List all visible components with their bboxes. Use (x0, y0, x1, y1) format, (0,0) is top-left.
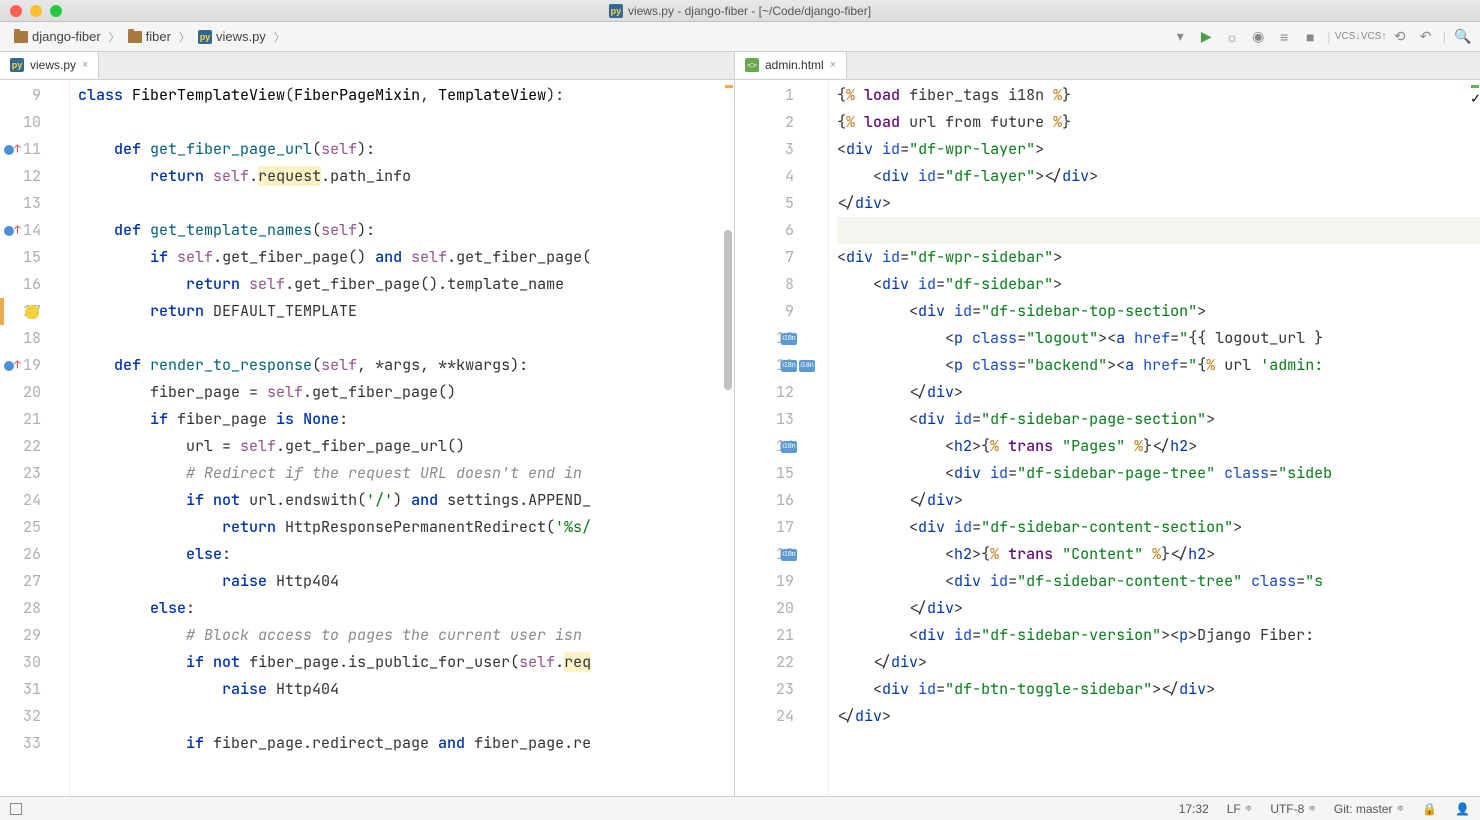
python-file-icon: py (10, 58, 24, 72)
inspector-icon[interactable]: 👤 (1455, 802, 1470, 816)
ok-marker-icon[interactable]: ✓ (1471, 85, 1479, 88)
left-code[interactable]: class FiberTemplateView(FiberPageMixin, … (70, 80, 734, 796)
i18n-badge-icon[interactable]: i18n (781, 360, 797, 372)
breadcrumb-item[interactable]: py views.py (192, 27, 272, 46)
profile-icon[interactable]: ≡ (1275, 28, 1293, 46)
stop-icon[interactable]: ■ (1301, 28, 1319, 46)
html-file-icon: <> (745, 58, 759, 72)
i18n-badge-icon[interactable]: i18n (781, 333, 797, 345)
close-tab-icon[interactable]: × (830, 59, 836, 71)
left-gutter: 910↑111213↑1415161718↑192021222324252627… (0, 80, 70, 796)
i18n-badge-icon[interactable]: i18n (781, 441, 797, 453)
tab-views-py[interactable]: py views.py × (0, 52, 99, 79)
right-code[interactable]: {% load fiber_tags i18n %}{% load url fr… (829, 80, 1480, 796)
vcs-commit-icon[interactable]: VCS↑ (1365, 28, 1383, 46)
status-bar: 17:32 LF≑ UTF-8≑ Git: master≑ 🔒 👤 (0, 796, 1480, 820)
right-tabs: <> admin.html × (735, 52, 1480, 80)
history-icon[interactable]: ⟲ (1391, 28, 1409, 46)
tab-admin-html[interactable]: <> admin.html × (735, 52, 847, 79)
warning-marker-icon[interactable] (725, 85, 733, 88)
intention-bulb-icon[interactable] (25, 305, 39, 319)
chevron-right-icon: 〉 (109, 29, 120, 45)
chevron-right-icon: 〉 (179, 29, 190, 45)
toolbar-right: ▾ ▶ ☼ ◉ ≡ ■ | VCS↓ VCS↑ ⟲ ↶ | 🔍 (1171, 28, 1472, 46)
debug-icon[interactable]: ☼ (1223, 28, 1241, 46)
tab-label: admin.html (765, 58, 824, 72)
breadcrumb-item[interactable]: fiber (122, 27, 177, 46)
breadcrumb-label: views.py (216, 29, 266, 44)
right-code-editor[interactable]: 12345678910i18n11i18ni18n121314i18n15161… (735, 80, 1480, 796)
status-line-ending[interactable]: LF≑ (1227, 802, 1253, 816)
lock-icon[interactable]: 🔒 (1422, 802, 1437, 816)
folder-icon (14, 31, 28, 43)
undo-icon[interactable]: ↶ (1417, 28, 1435, 46)
left-code-editor[interactable]: 910↑111213↑1415161718↑192021222324252627… (0, 80, 734, 796)
run-config-dropdown-icon[interactable]: ▾ (1171, 28, 1189, 46)
right-scrollbar[interactable]: ✓ (1468, 80, 1480, 796)
coverage-icon[interactable]: ◉ (1249, 28, 1267, 46)
left-tabs: py views.py × (0, 52, 734, 80)
scrollbar-thumb[interactable] (724, 230, 732, 390)
python-file-icon: py (609, 4, 623, 18)
tool-window-toggle-icon[interactable] (10, 803, 22, 815)
status-time: 17:32 (1179, 802, 1209, 816)
breadcrumb-label: django-fiber (32, 29, 101, 44)
close-tab-icon[interactable]: × (82, 59, 88, 71)
window-titlebar: py views.py - django-fiber - [~/Code/dja… (0, 0, 1480, 22)
tab-label: views.py (30, 58, 76, 72)
left-scrollbar[interactable] (722, 80, 734, 796)
breadcrumb-label: fiber (146, 29, 171, 44)
i18n-badge-icon[interactable]: i18n (799, 360, 815, 372)
editor-area: py views.py × 910↑111213↑1415161718↑1920… (0, 52, 1480, 796)
status-encoding[interactable]: UTF-8≑ (1270, 802, 1316, 816)
vcs-update-icon[interactable]: VCS↓ (1339, 28, 1357, 46)
run-icon[interactable]: ▶ (1197, 28, 1215, 46)
folder-icon (128, 31, 142, 43)
python-file-icon: py (198, 30, 212, 44)
i18n-badge-icon[interactable]: i18n (781, 549, 797, 561)
status-git-branch[interactable]: Git: master≑ (1334, 802, 1404, 816)
right-editor-pane: <> admin.html × 12345678910i18n11i18ni18… (735, 52, 1480, 796)
navigation-bar: django-fiber 〉 fiber 〉 py views.py 〉 ▾ ▶ ☼ ◉ ≡… (0, 22, 1480, 52)
breadcrumb: django-fiber 〉 fiber 〉 py views.py 〉 (8, 27, 285, 46)
window-title-text: views.py - django-fiber - [~/Code/django… (628, 4, 871, 18)
right-gutter: 12345678910i18n11i18ni18n121314i18n15161… (735, 80, 829, 796)
close-window-icon[interactable] (10, 5, 22, 17)
traffic-lights (0, 5, 62, 17)
search-icon[interactable]: 🔍 (1454, 28, 1472, 46)
maximize-window-icon[interactable] (50, 5, 62, 17)
window-title: py views.py - django-fiber - [~/Code/dja… (609, 4, 871, 18)
left-editor-pane: py views.py × 910↑111213↑1415161718↑1920… (0, 52, 735, 796)
breadcrumb-item[interactable]: django-fiber (8, 27, 107, 46)
chevron-right-icon: 〉 (274, 29, 285, 45)
minimize-window-icon[interactable] (30, 5, 42, 17)
